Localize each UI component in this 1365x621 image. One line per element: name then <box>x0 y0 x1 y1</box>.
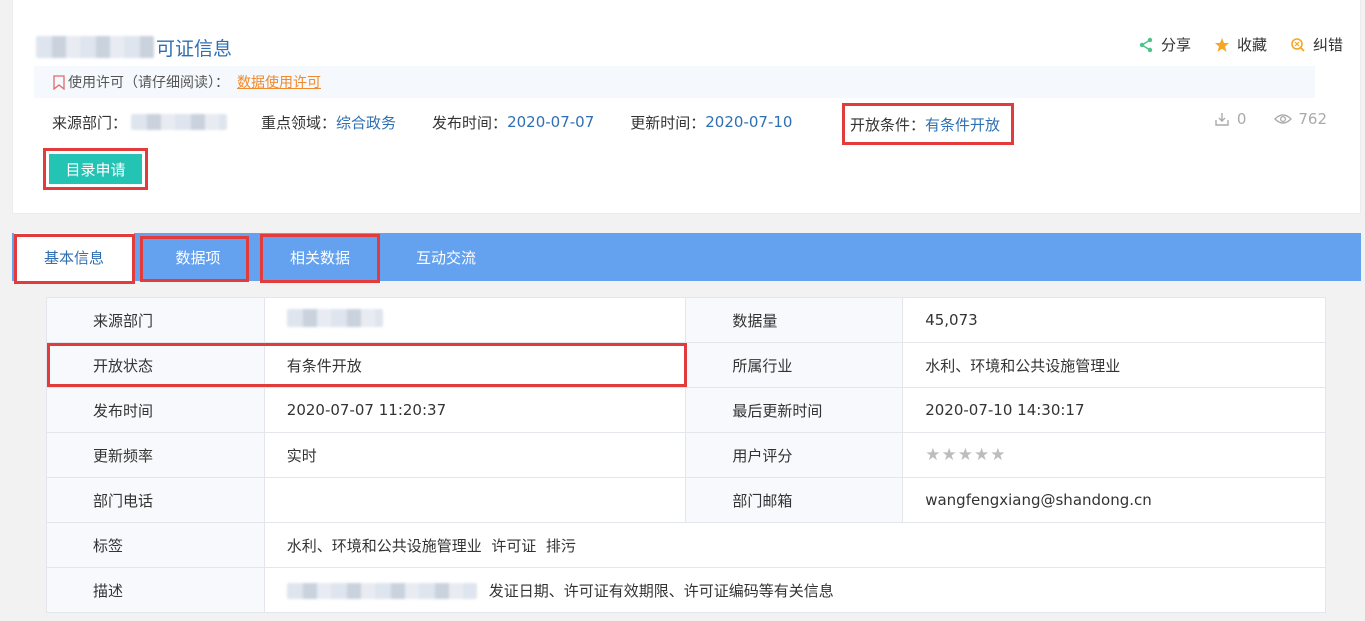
share-icon <box>1137 36 1155 54</box>
table-row: 标签 水利、环境和公共设施管理业 许可证 排污 <box>46 522 1327 568</box>
favorite-button[interactable]: 收藏 <box>1213 34 1267 55</box>
cell-key: 来源部门 <box>46 297 265 343</box>
open-condition: 开放条件： 有条件开放 <box>842 103 1014 145</box>
cell-value <box>263 477 687 523</box>
table-row: 更新频率 实时 用户评分 ★★★★★ <box>46 432 1326 478</box>
meta-source: 来源部门： <box>52 112 228 133</box>
tab-bar: 基本信息 数据项 相关数据 互动交流 <box>12 233 1361 281</box>
cell-key: 描述 <box>46 567 265 613</box>
stats: 0 762 <box>1213 110 1327 128</box>
cell-value: 2020-07-07 11:20:37 <box>263 387 687 433</box>
cell-value: 水利、环境和公共设施管理业 <box>902 342 1326 388</box>
cell-value: wangfengxiang@shandong.cn <box>902 477 1326 523</box>
table-row: 描述 发证日期、许可证有效期限、许可证编码等有关信息 <box>46 567 1327 613</box>
report-error-button[interactable]: 纠错 <box>1289 34 1343 55</box>
cell-value: 45,073 <box>902 297 1326 343</box>
basic-info-table: 来源部门 数据量 45,073 开放状态 有条件开放 所属行业 水利、环境和公共… <box>46 297 1327 613</box>
table-row: 发布时间 2020-07-07 11:20:37 最后更新时间 2020-07-… <box>46 387 1326 433</box>
view-value: 762 <box>1298 110 1327 128</box>
license-bar: 使用许可（请仔细阅读）： 数据使用许可 <box>34 66 1315 98</box>
redacted-department <box>286 309 383 327</box>
report-label: 纠错 <box>1312 36 1343 54</box>
redacted-description <box>286 583 477 599</box>
cell-key: 更新频率 <box>46 432 265 478</box>
publish-label: 发布时间： <box>432 113 508 132</box>
license-link[interactable]: 数据使用许可 <box>237 72 321 92</box>
share-label: 分享 <box>1160 36 1191 54</box>
share-button[interactable]: 分享 <box>1137 34 1191 55</box>
description-cell: 发证日期、许可证有效期限、许可证编码等有关信息 <box>263 567 1327 613</box>
star-icon[interactable]: ★ <box>990 445 1006 465</box>
meta-update: 更新时间： 2020-07-10 <box>630 112 792 133</box>
tags-value: 水利、环境和公共设施管理业 许可证 排污 <box>263 522 1327 568</box>
meta-row: 来源部门： 重点领域： 综合政务 发布时间： 2020-07-07 更新时间： … <box>52 108 1314 136</box>
catalog-apply-button[interactable]: 目录申请 <box>49 154 142 184</box>
license-label: 使用许可（请仔细阅读）： <box>68 75 229 91</box>
tab-interaction[interactable]: 互动交流 <box>390 233 502 281</box>
update-value: 2020-07-10 <box>705 113 793 131</box>
cell-value: 实时 <box>263 432 687 478</box>
domain-value[interactable]: 综合政务 <box>336 112 396 133</box>
bookmark-icon <box>52 74 66 90</box>
domain-label: 重点领域： <box>261 113 337 132</box>
publish-value: 2020-07-07 <box>507 113 595 131</box>
meta-publish: 发布时间： 2020-07-07 <box>432 112 594 133</box>
rating-stars[interactable]: ★★★★★ <box>902 432 1326 478</box>
dataset-title-text: 可证信息 <box>156 37 233 60</box>
view-count: 762 <box>1274 110 1327 128</box>
cell-key: 开放状态 <box>46 342 265 388</box>
star-icon <box>1213 36 1231 54</box>
cell-key: 用户评分 <box>685 432 904 478</box>
apply-highlight: 目录申请 <box>43 148 148 190</box>
cell-key: 标签 <box>46 522 265 568</box>
cell-key: 部门电话 <box>46 477 265 523</box>
source-label: 来源部门： <box>52 113 128 132</box>
table-row: 部门电话 部门邮箱 wangfengxiang@shandong.cn <box>46 477 1326 523</box>
open-label: 开放条件： <box>850 115 926 134</box>
star-icon[interactable]: ★ <box>925 445 941 465</box>
tab-related-data[interactable]: 相关数据 <box>262 233 378 281</box>
description-value: 发证日期、许可证有效期限、许可证编码等有关信息 <box>488 581 834 600</box>
star-icon[interactable]: ★ <box>958 445 974 465</box>
table-row: 来源部门 数据量 45,073 <box>46 297 1326 343</box>
table-row: 开放状态 有条件开放 所属行业 水利、环境和公共设施管理业 <box>46 342 1326 388</box>
cell-key: 最后更新时间 <box>685 387 904 433</box>
open-value: 有条件开放 <box>925 115 1001 134</box>
redacted-department <box>131 114 228 130</box>
download-count: 0 <box>1213 110 1247 128</box>
eye-icon <box>1274 110 1293 128</box>
cell-value: 有条件开放 <box>263 342 687 388</box>
cell-value: 2020-07-10 14:30:17 <box>902 387 1326 433</box>
header-actions: 分享 收藏 纠错 <box>1137 34 1343 55</box>
dataset-title: 可证信息 <box>36 34 232 60</box>
star-icon[interactable]: ★ <box>941 445 957 465</box>
dataset-header-card <box>12 0 1361 214</box>
tab-data-items[interactable]: 数据项 <box>142 233 254 281</box>
favorite-label: 收藏 <box>1236 36 1267 54</box>
download-value: 0 <box>1236 110 1247 128</box>
tab-basic-info[interactable]: 基本信息 <box>14 233 134 281</box>
cell-value <box>263 297 687 343</box>
redacted-title <box>36 36 154 58</box>
report-icon <box>1289 36 1307 54</box>
star-icon[interactable]: ★ <box>974 445 990 465</box>
cell-key: 部门邮箱 <box>685 477 904 523</box>
cell-key: 发布时间 <box>46 387 265 433</box>
cell-key: 所属行业 <box>685 342 904 388</box>
cell-key: 数据量 <box>685 297 904 343</box>
meta-domain: 重点领域： 综合政务 <box>261 112 396 133</box>
update-label: 更新时间： <box>630 113 706 132</box>
download-icon <box>1213 110 1231 128</box>
